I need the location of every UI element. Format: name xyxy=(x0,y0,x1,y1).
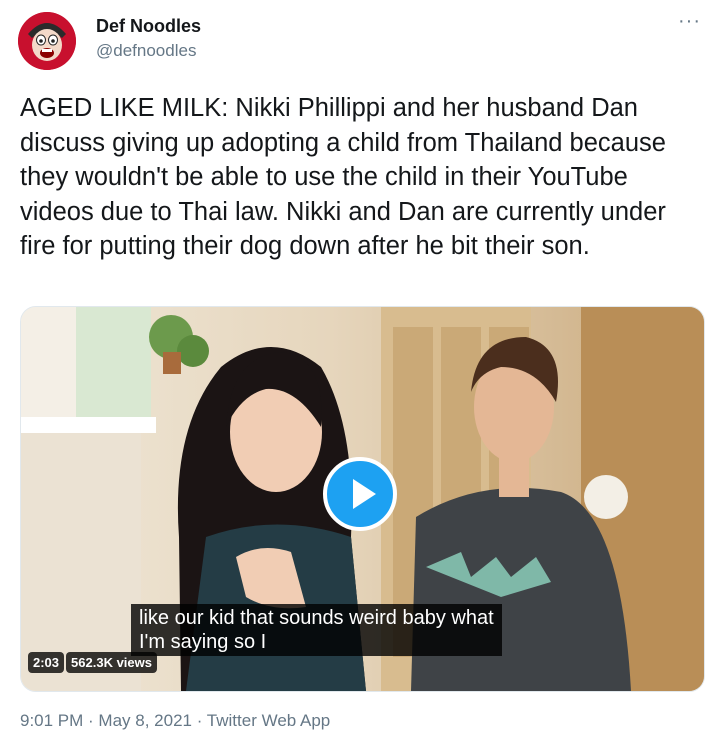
video-badges: 2:03 562.3K views xyxy=(28,652,159,673)
views-badge: 562.3K views xyxy=(66,652,157,673)
video-caption: like our kid that sounds weird baby what… xyxy=(131,604,502,656)
author-handle[interactable]: @defnoodles xyxy=(96,41,196,61)
tweet-text: AGED LIKE MILK: Nikki Phillippi and her … xyxy=(20,94,666,260)
tweet-meta: 9:01 PM · May 8, 2021 · Twitter Web App xyxy=(20,711,330,731)
more-horizontal-icon[interactable]: ··· xyxy=(678,10,701,33)
play-icon xyxy=(353,479,376,509)
play-button[interactable] xyxy=(323,457,397,531)
caption-line-1: like our kid that sounds weird baby what xyxy=(139,607,494,629)
cartoon-face-icon xyxy=(18,12,76,70)
tweet-time[interactable]: 9:01 PM xyxy=(20,711,83,730)
meta-separator: · xyxy=(191,711,207,730)
duration-badge: 2:03 xyxy=(28,652,65,673)
caption-line-2: I'm saying so I xyxy=(139,631,267,653)
tweet-date[interactable]: May 8, 2021 xyxy=(98,711,192,730)
video-player[interactable]: like our kid that sounds weird baby what… xyxy=(20,306,705,692)
avatar[interactable] xyxy=(18,12,76,70)
meta-separator: · xyxy=(83,711,99,730)
tweet-source[interactable]: Twitter Web App xyxy=(207,711,330,730)
author-name[interactable]: Def Noodles xyxy=(96,16,201,37)
